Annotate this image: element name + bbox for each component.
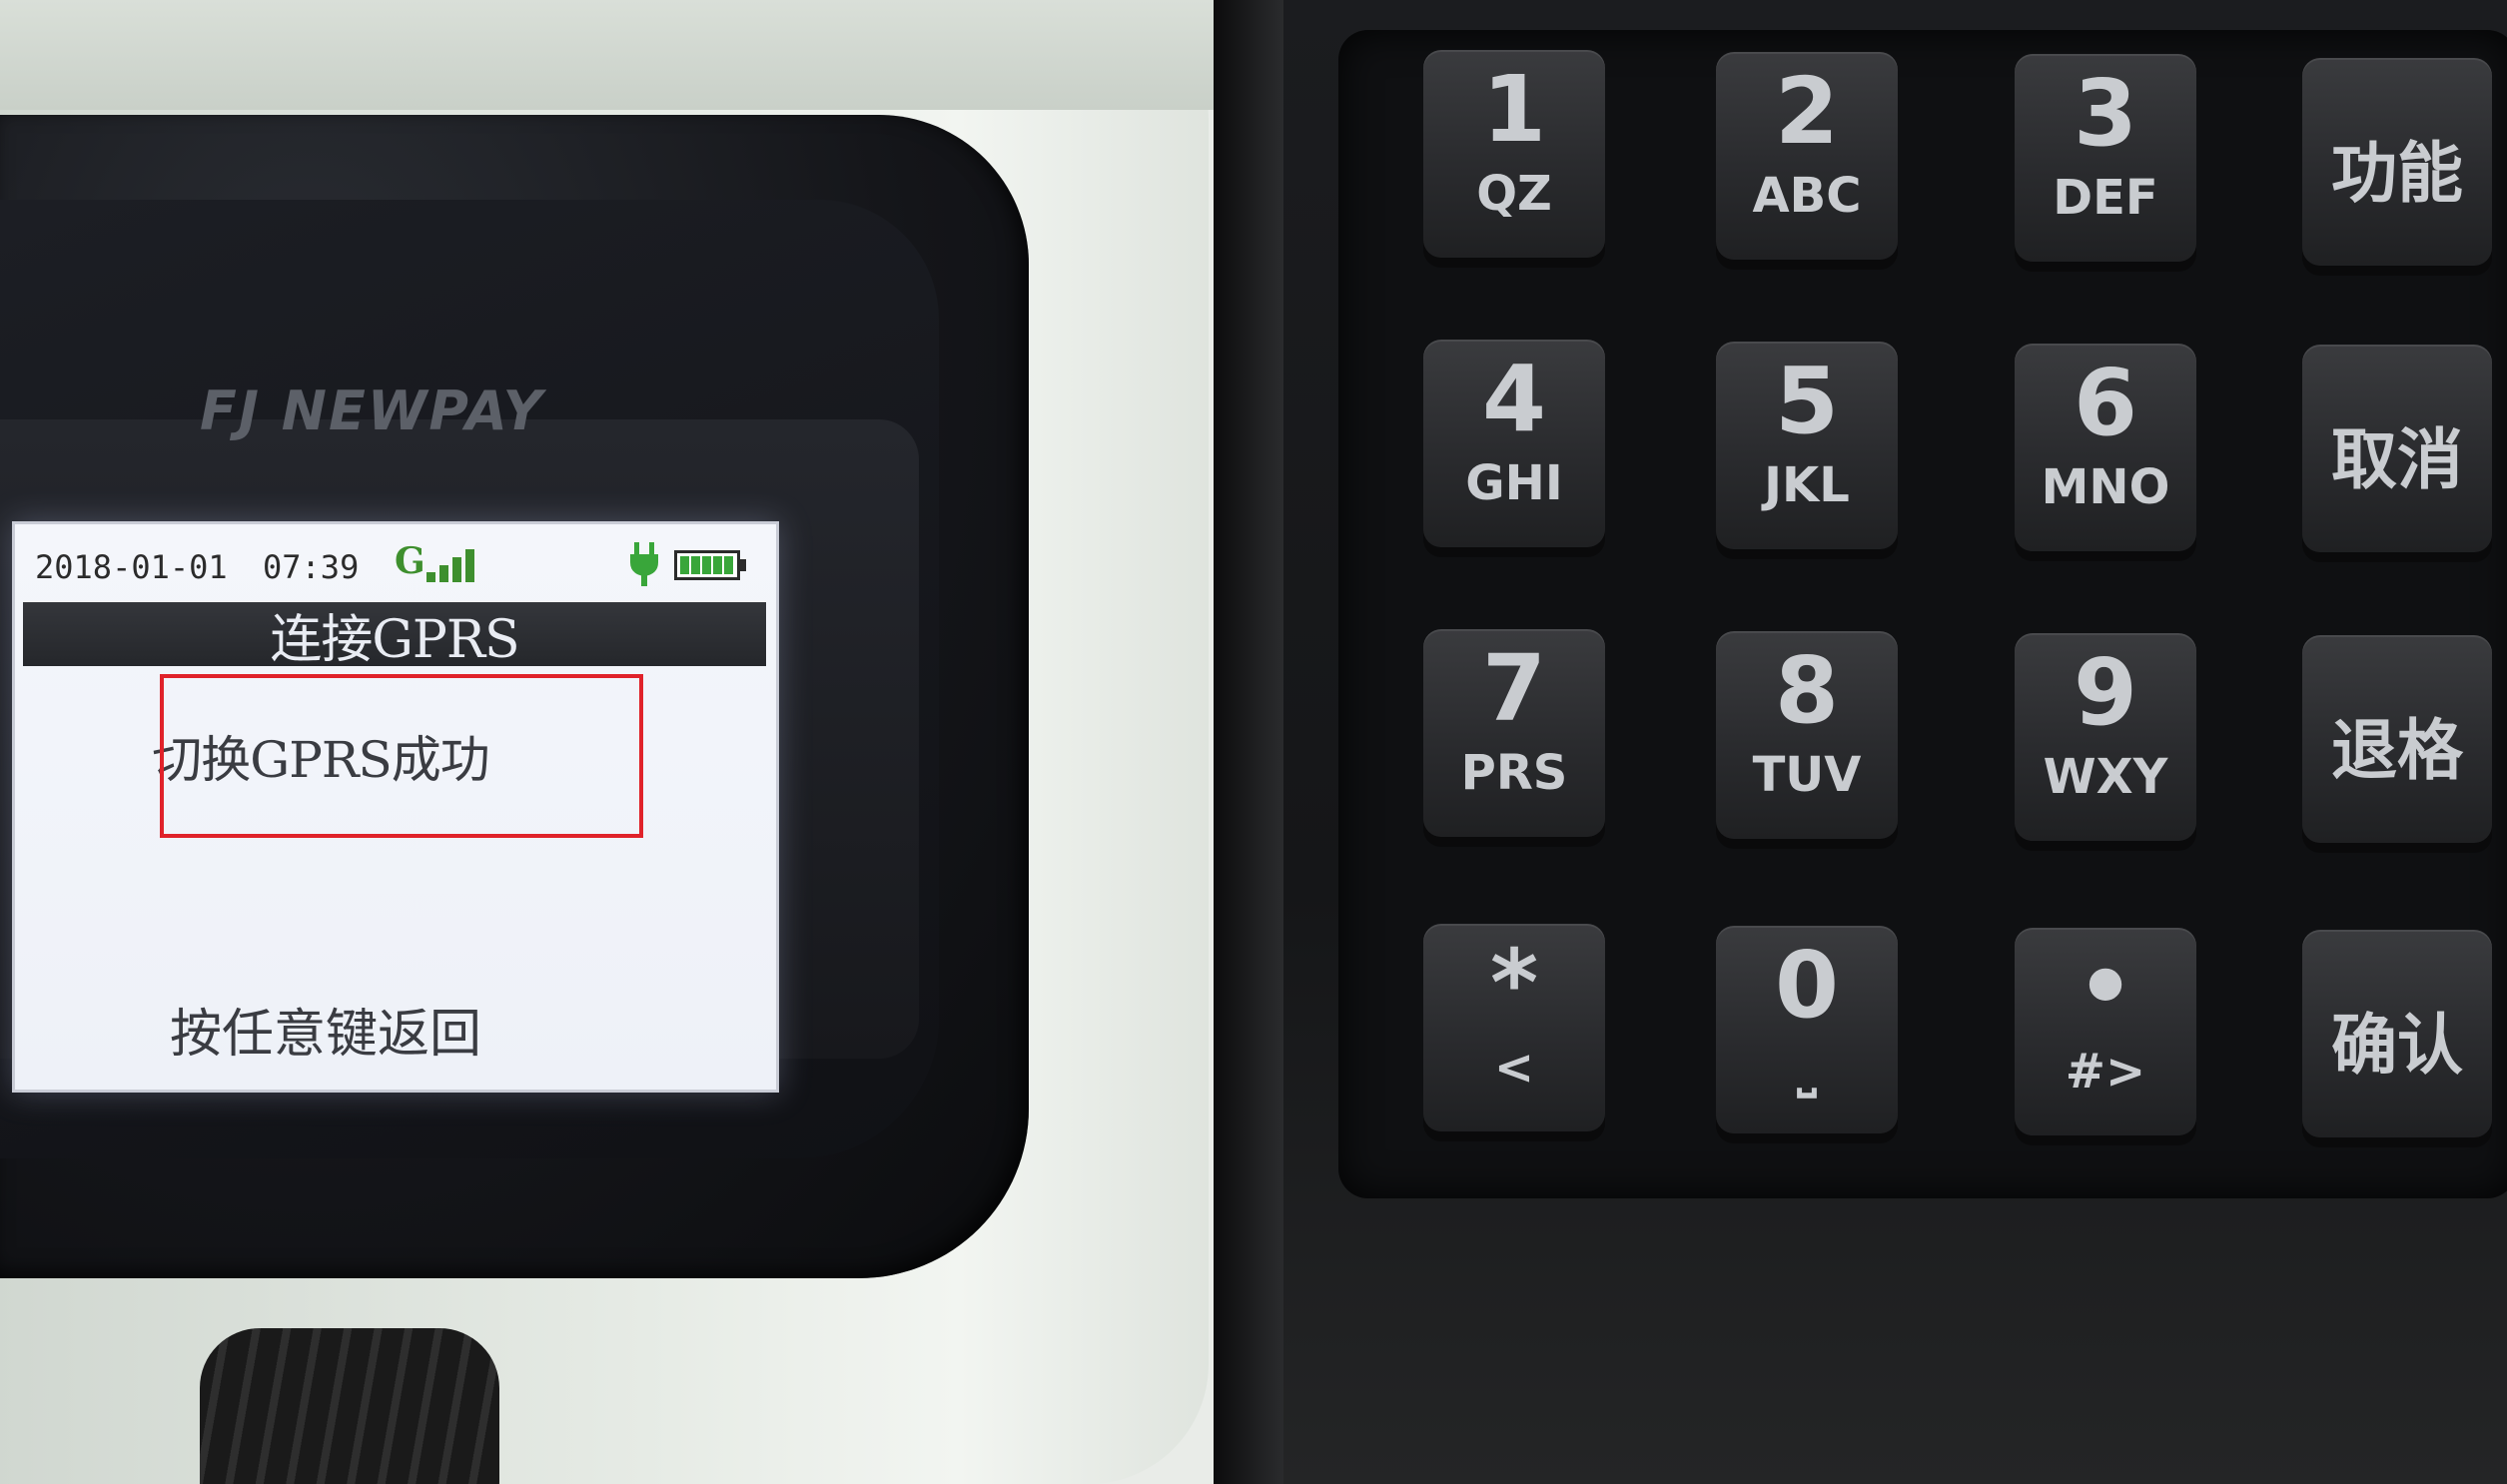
key-8-digit: 8 xyxy=(1774,637,1839,744)
key-2[interactable]: 2 ABC xyxy=(1716,52,1898,260)
key-cancel-label: 取消 xyxy=(2331,421,2463,498)
key-4-digit: 4 xyxy=(1481,346,1546,452)
key-8[interactable]: 8 TUV xyxy=(1716,631,1898,839)
press-any-key-prompt: 按任意键返回 xyxy=(169,1005,481,1065)
key-star-letters: < xyxy=(1493,1040,1535,1096)
brand-logo: FJ NEWPAY xyxy=(200,379,544,442)
key-confirm-label: 确认 xyxy=(2331,1007,2463,1084)
key-5-letters: JKL xyxy=(1764,457,1850,513)
key-0-digit: 0 xyxy=(1774,932,1839,1039)
key-4-letters: GHI xyxy=(1465,455,1563,511)
terminal-casing-top xyxy=(0,0,1229,110)
status-date: 2018-01-01 xyxy=(35,548,228,586)
signal-strength-icon xyxy=(426,548,486,582)
key-2-letters: ABC xyxy=(1752,168,1862,224)
screen-title: 连接GPRS xyxy=(270,609,519,670)
key-4[interactable]: 4 GHI xyxy=(1423,340,1605,547)
key-0[interactable]: 0 ⎵ xyxy=(1716,926,1898,1133)
key-7-letters: PRS xyxy=(1460,745,1568,801)
key-dot-digit: • xyxy=(2076,934,2135,1041)
key-function[interactable]: 功能 xyxy=(2302,58,2492,266)
battery-level xyxy=(680,556,734,574)
key-dot-letters: #> xyxy=(2065,1044,2146,1100)
power-cable xyxy=(200,1328,499,1484)
key-6-letters: MNO xyxy=(2041,459,2170,515)
key-star[interactable]: * < xyxy=(1423,924,1605,1131)
key-3[interactable]: 3 DEF xyxy=(2015,54,2196,262)
key-5[interactable]: 5 JKL xyxy=(1716,342,1898,549)
screen-title-bar: 连接GPRS xyxy=(23,602,766,670)
highlight-annotation-box xyxy=(160,674,643,838)
key-1-digit: 1 xyxy=(1481,56,1546,163)
key-1[interactable]: 1 QZ xyxy=(1423,50,1605,258)
key-3-digit: 3 xyxy=(2073,60,2137,167)
key-confirm[interactable]: 确认 xyxy=(2302,930,2492,1137)
key-9[interactable]: 9 WXY xyxy=(2015,633,2196,841)
key-backspace-label: 退格 xyxy=(2331,712,2463,789)
keypad-edge xyxy=(1214,0,1283,1484)
photo-scene: FJ NEWPAY 2018-01-01 07:39 G 连接GPRS 切换GP… xyxy=(0,0,2507,1484)
key-cancel[interactable]: 取消 xyxy=(2302,345,2492,552)
key-9-letters: WXY xyxy=(2043,749,2168,805)
key-5-digit: 5 xyxy=(1774,348,1839,454)
key-backspace[interactable]: 退格 xyxy=(2302,635,2492,843)
key-dot[interactable]: • #> xyxy=(2015,928,2196,1135)
key-1-letters: QZ xyxy=(1476,166,1552,222)
battery-icon xyxy=(674,550,746,580)
key-6-digit: 6 xyxy=(2073,350,2137,456)
signal-network-label: G xyxy=(395,540,425,582)
key-2-digit: 2 xyxy=(1774,58,1839,165)
key-8-letters: TUV xyxy=(1752,747,1862,803)
power-plug-icon xyxy=(630,542,658,586)
status-time: 07:39 xyxy=(263,548,360,586)
status-bar: 2018-01-01 07:39 G xyxy=(15,536,776,586)
key-0-letters: ⎵ xyxy=(1797,1042,1817,1098)
key-function-label: 功能 xyxy=(2331,135,2463,212)
key-3-letters: DEF xyxy=(2053,170,2158,226)
key-7[interactable]: 7 PRS xyxy=(1423,629,1605,837)
key-6[interactable]: 6 MNO xyxy=(2015,344,2196,551)
key-9-digit: 9 xyxy=(2073,639,2137,746)
key-7-digit: 7 xyxy=(1481,635,1546,742)
key-star-digit: * xyxy=(1489,930,1539,1037)
